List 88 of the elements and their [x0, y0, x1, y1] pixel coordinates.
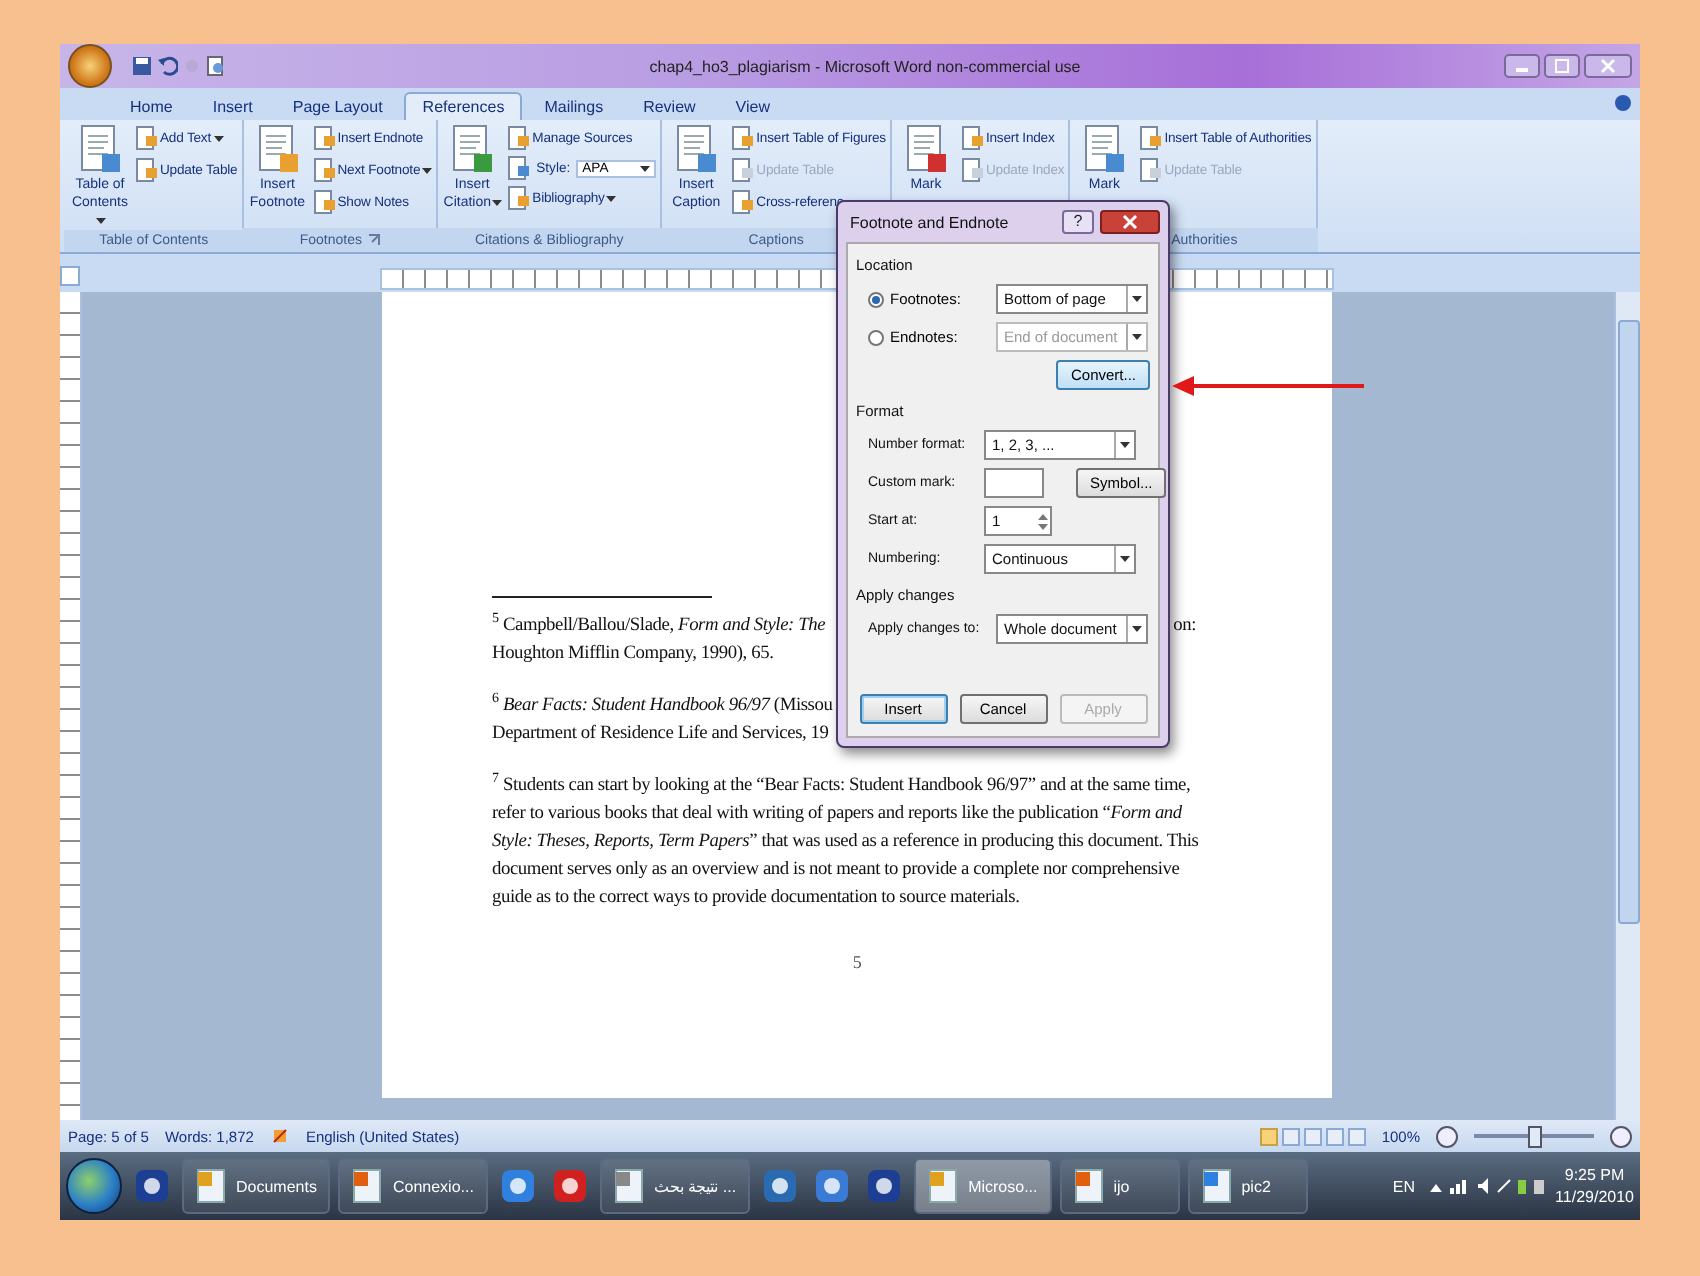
document-icon [1201, 1168, 1234, 1204]
close-icon [1122, 214, 1138, 230]
document-icon [76, 124, 124, 176]
document-icon [506, 126, 531, 150]
print-preview-icon[interactable] [206, 56, 226, 76]
restore-icon[interactable] [1544, 54, 1580, 78]
footnote-text: Houghton Mifflin Company, 1990), 65. [492, 642, 774, 668]
caret-icon [606, 195, 617, 201]
taskbar-button[interactable]: pic2 [1187, 1158, 1308, 1214]
document-icon [352, 1168, 385, 1204]
document-icon [672, 124, 721, 176]
document-icon [730, 126, 755, 150]
taskbar-button[interactable]: نتيجة بحث ... [599, 1158, 751, 1214]
app-icon[interactable] [866, 1168, 903, 1204]
app-icon[interactable] [551, 1168, 588, 1204]
ribbon-tab[interactable]: References [404, 92, 523, 120]
custom-mark-field[interactable] [984, 468, 1044, 498]
help-icon[interactable] [1614, 94, 1632, 112]
taskbar-button[interactable]: Documents [182, 1158, 331, 1214]
dialog-launcher-icon[interactable] [368, 234, 380, 246]
app-icon[interactable] [134, 1168, 170, 1204]
document-icon [506, 186, 531, 210]
caret-icon [1132, 296, 1142, 302]
ribbon-tab[interactable]: Review [625, 92, 714, 120]
help-button[interactable]: ? [1062, 210, 1094, 234]
document-icon [134, 158, 158, 182]
ribbon-tab[interactable]: Home [112, 92, 191, 120]
document-icon [311, 158, 336, 182]
footnote-text: $^{5}$ Campbell/Ballou/Slade, Form and Style: The [492, 612, 826, 640]
caret-icon [213, 135, 224, 141]
caret-icon [1120, 442, 1130, 448]
undo-icon[interactable] [158, 56, 178, 76]
document-icon [196, 1168, 228, 1204]
footnote-text: $^{6}$ Bear Facts: Student Handbook 96/97 (Missou [492, 692, 833, 720]
document-icon [613, 1168, 646, 1204]
document-icon [1138, 158, 1163, 182]
document-icon [959, 158, 984, 182]
document-icon [134, 126, 158, 150]
footnote-text: on: [1173, 614, 1196, 640]
app-icon[interactable] [814, 1168, 851, 1204]
caret-icon [1132, 334, 1142, 340]
footnote-text: $^{7}$ Students can start by looking at the “Bear Facts: Student Handbook 96/97” and at the same time, refer to various books that deal with writing of papers and reports like the publication “Form and Style: Theses, Reports, Term Papers” that was used as a reference in producing this document. This document serves only as an overview and is not meant to provide a complete nor comprehensive guide as to the correct ways to provide documentation to source materials. [492, 772, 1201, 912]
footnote-text: Department of Residence Life and Services, 19 [492, 722, 829, 748]
office-button[interactable] [68, 44, 112, 88]
tray-icons[interactable] [1425, 1176, 1546, 1196]
document-icon [253, 124, 302, 176]
document-icon [1138, 126, 1163, 150]
save-icon[interactable] [132, 56, 152, 76]
zoom-slider-thumb[interactable] [1528, 1125, 1542, 1147]
zoom-out-icon[interactable] [1436, 1125, 1458, 1147]
zoom-in-icon[interactable] [1610, 1125, 1632, 1147]
document-icon [448, 124, 497, 176]
proofing-icon[interactable] [269, 1126, 290, 1146]
input-language[interactable]: EN [1392, 1177, 1416, 1195]
document-icon [730, 190, 755, 214]
caret-icon [491, 200, 501, 206]
caret-icon [1132, 626, 1142, 632]
taskbar-button[interactable]: ijo [1059, 1158, 1180, 1214]
caret-icon [1120, 556, 1130, 562]
ribbon-tab[interactable]: View [717, 92, 788, 120]
caret-icon [640, 165, 651, 171]
page-number: 5 [852, 952, 862, 972]
document-icon [928, 1168, 961, 1204]
ribbon-tab[interactable]: Insert [194, 92, 271, 120]
close-button[interactable] [1100, 210, 1160, 234]
document-icon [506, 156, 531, 180]
vertical-scrollbar[interactable] [1614, 292, 1640, 1120]
document-icon [311, 126, 336, 150]
document-icon [1080, 124, 1129, 176]
window-title: chap4_ho3_plagiarism - Microsoft Word non-commercial use [647, 57, 1083, 75]
document-icon [1073, 1168, 1106, 1204]
document-icon [730, 158, 755, 182]
taskbar-button[interactable]: Connexio... [338, 1158, 488, 1214]
caret-icon [422, 167, 433, 173]
app-icon[interactable] [499, 1168, 536, 1204]
close-icon[interactable] [1584, 54, 1632, 78]
start-button[interactable] [66, 1158, 122, 1214]
clock-time[interactable]: 9:25 PM [1564, 1164, 1625, 1186]
document-icon [959, 126, 984, 150]
clock-date[interactable]: 11/29/2010 [1555, 1186, 1634, 1208]
caret-icon [95, 218, 105, 224]
document-icon [311, 190, 336, 214]
ribbon-tab[interactable]: Page Layout [274, 92, 401, 120]
minimize-icon[interactable] [1504, 54, 1540, 78]
document-icon [901, 124, 950, 176]
app-icon[interactable] [762, 1168, 799, 1204]
ribbon-tab[interactable]: Mailings [526, 92, 622, 120]
dialog-title: Footnote and Endnote [850, 213, 1011, 231]
